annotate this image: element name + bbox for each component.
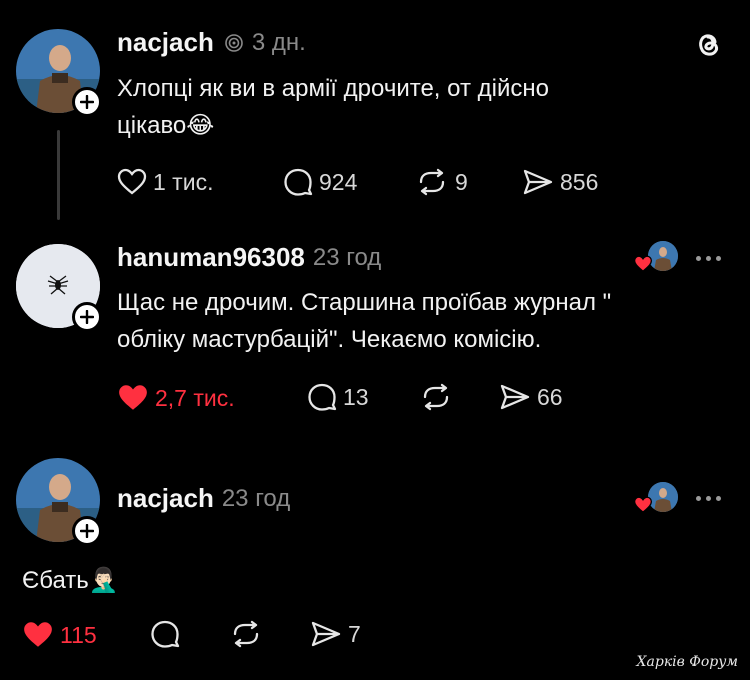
threads-icon[interactable]: [693, 28, 723, 65]
like-button[interactable]: 1 тис.: [117, 168, 213, 196]
send-icon: [311, 621, 341, 647]
share-button[interactable]: 7: [310, 620, 361, 648]
heart-filled-icon: [119, 385, 147, 410]
share-button[interactable]: 856: [522, 168, 598, 196]
thread-line: [57, 130, 60, 220]
share-count: 856: [560, 168, 599, 195]
repost-button[interactable]: [229, 620, 269, 648]
repost-count: 9: [455, 168, 468, 195]
repost-icon: [419, 168, 445, 196]
username[interactable]: hanuman96308: [117, 242, 305, 273]
comment-icon: [308, 383, 337, 411]
like-count: 115: [60, 621, 97, 648]
share-count: 66: [537, 383, 563, 410]
timestamp: 3 дн.: [251, 28, 306, 56]
repost-button[interactable]: [419, 383, 459, 411]
like-count: 2,7 тис.: [155, 384, 235, 411]
comment-count: 13: [343, 383, 369, 410]
comment-button[interactable]: 13: [307, 383, 369, 411]
reply-text: Щас не дрочим. Старшина проїбав журнал "…: [117, 289, 612, 353]
comment-icon: [151, 620, 180, 648]
comment-button[interactable]: 924: [283, 168, 357, 196]
heart-icon: [117, 168, 147, 195]
comment-count: 924: [319, 168, 358, 195]
timestamp: 23 год: [221, 484, 291, 512]
more-options-button[interactable]: [696, 496, 721, 501]
comment-button[interactable]: [150, 620, 186, 648]
reply-text: Єбать🤦🏻‍♂️: [22, 567, 119, 594]
timestamp: 23 год: [312, 243, 382, 271]
repost-icon: [233, 620, 259, 648]
repost-icon: [423, 383, 449, 411]
more-options-button[interactable]: [696, 256, 721, 261]
like-button[interactable]: 115: [22, 620, 97, 650]
username[interactable]: nacjach: [117, 483, 214, 514]
share-button[interactable]: 66: [499, 383, 563, 411]
share-count: 7: [348, 620, 361, 647]
follow-plus-button[interactable]: [72, 516, 102, 546]
watermark: Харків Форум: [636, 654, 738, 670]
like-count: 1 тис.: [153, 168, 214, 195]
laughing-emoji: 😂: [186, 112, 215, 139]
send-icon: [500, 384, 530, 410]
author-liked-heart-icon: [633, 496, 653, 519]
send-icon: [523, 169, 553, 195]
like-button[interactable]: 2,7 тис.: [117, 383, 235, 413]
heart-filled-icon: [24, 622, 52, 647]
author-liked-heart-icon: [633, 255, 653, 278]
follow-plus-button[interactable]: [72, 302, 102, 332]
follow-plus-button[interactable]: [72, 87, 102, 117]
post-text: Хлопці як ви в армії дрочите, от дійсно …: [117, 75, 549, 139]
username[interactable]: nacjach: [117, 27, 214, 58]
facepalm-emoji: 🤦🏻‍♂️: [88, 567, 119, 594]
comment-icon: [284, 168, 313, 196]
verified-spiral-icon: [224, 33, 244, 53]
repost-button[interactable]: 9: [415, 168, 468, 196]
